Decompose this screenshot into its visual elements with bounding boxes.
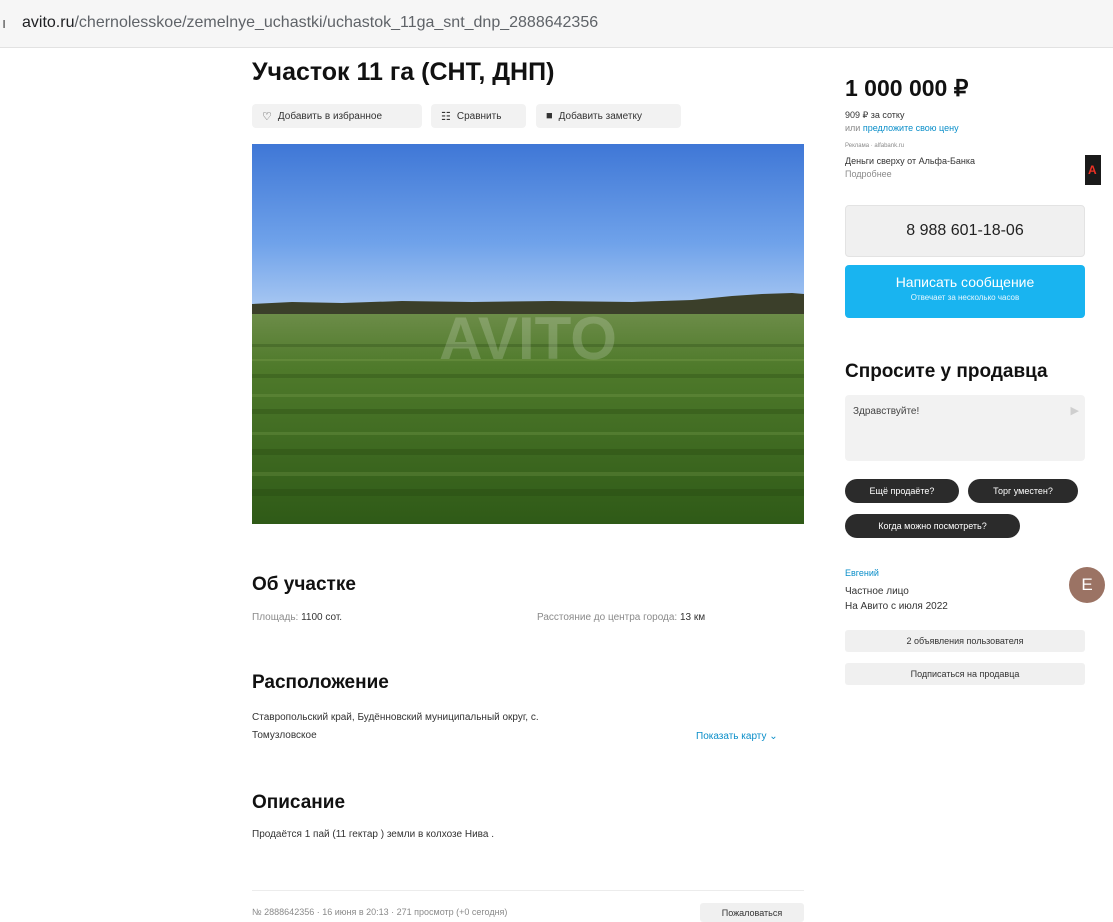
listing-photo[interactable]: AVITO <box>252 144 804 524</box>
send-icon[interactable]: ▶ <box>1071 404 1079 417</box>
ad-label: Реклама · alfabank.ru <box>845 143 905 149</box>
area-value: 1100 сот. <box>301 612 343 623</box>
url-edge-mark: ı <box>2 15 7 32</box>
url-path: /chernolesskoe/zemelnye_uchastki/uchasto… <box>74 14 599 31</box>
chevron-down-icon: ⌄ <box>769 731 778 742</box>
compare-icon: ☷ <box>441 110 451 123</box>
offer-prefix: или <box>845 123 861 133</box>
chip-still-selling[interactable]: Ещё продаёте? <box>845 479 959 503</box>
add-note-button[interactable]: ■ Добавить заметку <box>536 104 681 128</box>
write-message-button[interactable]: Написать сообщение Отвечает за несколько… <box>845 265 1085 318</box>
offer-price-link[interactable]: предложите свою цену <box>863 123 959 133</box>
area-label: Площадь: <box>252 612 299 623</box>
compare-label: Сравнить <box>456 110 502 122</box>
location-heading: Расположение <box>252 672 389 693</box>
address-line-1: Ставропольский край, Будённовский муници… <box>252 712 539 723</box>
chip-when-view[interactable]: Когда можно посмотреть? <box>845 514 1020 538</box>
show-map-label: Показать карту <box>696 731 767 742</box>
photo-watermark: AVITO <box>439 305 617 372</box>
price: 1 000 000 ₽ <box>845 75 969 101</box>
write-message-label: Написать сообщение <box>895 274 1035 290</box>
offer-price-row: или предложите свою цену <box>845 123 959 133</box>
compare-button[interactable]: ☷ Сравнить <box>431 104 526 128</box>
description-heading: Описание <box>252 792 346 813</box>
chip-bargain[interactable]: Торг уместен? <box>968 479 1078 503</box>
ad-text[interactable]: Деньги сверху от Альфа-Банка <box>845 156 975 166</box>
distance-label: Расстояние до центра города: <box>537 612 678 623</box>
ask-seller-input[interactable]: Здравствуйте! ▶ <box>845 395 1085 461</box>
add-note-label: Добавить заметку <box>558 110 642 122</box>
ask-seller-heading: Спросите у продавца <box>845 361 1048 382</box>
distance-row: Расстояние до центра города: 13 км <box>537 612 705 623</box>
browser-url-bar[interactable]: ı avito.ru/chernolesskoe/zemelnye_uchast… <box>0 0 1113 48</box>
add-to-favorites-button[interactable]: ♡ Добавить в избранное <box>252 104 422 128</box>
seller-name-link[interactable]: Евгений <box>845 568 879 578</box>
url-text[interactable]: avito.ru/chernolesskoe/zemelnye_uchastki… <box>22 14 598 32</box>
ad-more-link[interactable]: Подробнее <box>845 169 892 179</box>
alfa-bank-logo[interactable]: А <box>1085 155 1101 185</box>
subscribe-seller-button[interactable]: Подписаться на продавца <box>845 663 1085 685</box>
listing-meta: № 2888642356 · 16 июня в 20:13 · 271 про… <box>252 907 508 917</box>
description-text: Продаётся 1 пай (11 гектар ) земли в кол… <box>252 829 494 840</box>
add-to-favorites-label: Добавить в избранное <box>277 110 383 122</box>
footer-divider <box>252 890 804 891</box>
user-ads-button[interactable]: 2 объявления пользователя <box>845 630 1085 652</box>
seller-avatar[interactable]: E <box>1069 567 1105 603</box>
url-domain: avito.ru <box>22 14 75 31</box>
distance-value: 13 км <box>680 612 706 623</box>
response-time-label: Отвечает за несколько часов <box>910 293 1020 302</box>
heart-icon: ♡ <box>262 110 272 123</box>
show-phone-button[interactable]: 8 988 601-18-06 <box>845 205 1085 257</box>
note-icon: ■ <box>546 110 553 122</box>
price-per-sotka: 909 ₽ за сотку <box>845 110 905 120</box>
area-row: Площадь: 1100 сот. <box>252 612 342 623</box>
ask-seller-text: Здравствуйте! <box>853 406 920 417</box>
show-map-link[interactable]: Показать карту ⌄ <box>696 731 778 742</box>
alfa-logo-letter: А <box>1088 163 1097 177</box>
address-line-2: Томузловское <box>252 730 317 741</box>
listing-title: Участок 11 га (СНТ, ДНП) <box>252 58 555 86</box>
seller-type: Частное лицо <box>845 586 909 597</box>
about-heading: Об участке <box>252 574 356 595</box>
report-button[interactable]: Пожаловаться <box>700 903 804 922</box>
seller-since: На Авито с июля 2022 <box>845 601 948 612</box>
